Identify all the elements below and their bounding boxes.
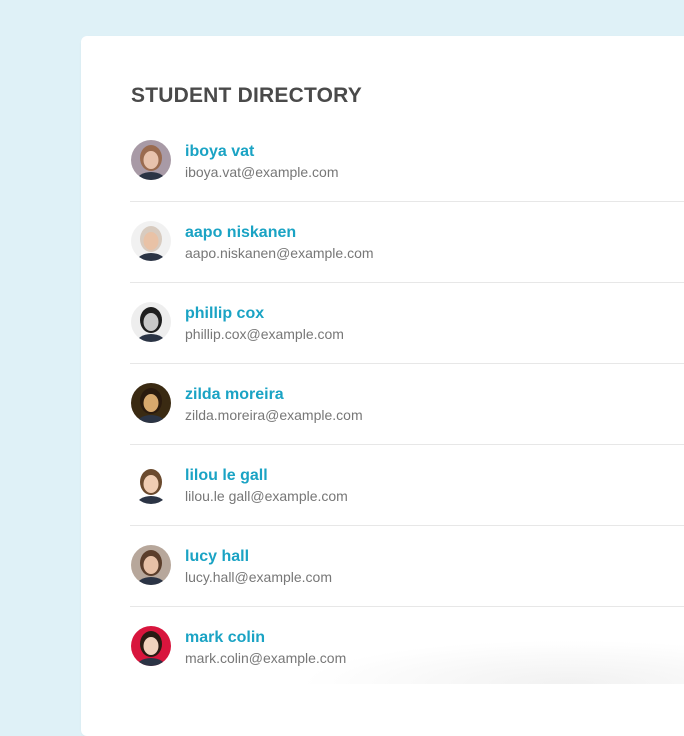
student-name-link[interactable]: aapo niskanen (185, 224, 296, 242)
avatar[interactable] (131, 302, 171, 342)
student-name-link[interactable]: zilda moreira (185, 386, 284, 404)
student-email: phillip.cox@example.com (185, 326, 344, 342)
avatar-photo-icon (131, 221, 171, 261)
avatar-photo-icon (131, 464, 171, 504)
student-email: aapo.niskanen@example.com (185, 245, 374, 261)
student-name-link[interactable]: phillip cox (185, 305, 264, 323)
avatar[interactable] (131, 383, 171, 423)
student-email: mark.colin@example.com (185, 650, 347, 666)
student-email: lilou.le gall@example.com (185, 488, 348, 504)
avatar[interactable] (131, 221, 171, 261)
student-email: zilda.moreira@example.com (185, 407, 363, 423)
avatar-photo-icon (131, 545, 171, 585)
student-name-link[interactable]: lucy hall (185, 548, 249, 566)
list-item[interactable]: phillip cox phillip.cox@example.com (130, 283, 684, 364)
student-name-link[interactable]: lilou le gall (185, 467, 268, 485)
avatar[interactable] (131, 464, 171, 504)
student-email: lucy.hall@example.com (185, 569, 333, 585)
avatar[interactable] (131, 545, 171, 585)
avatar[interactable] (131, 626, 171, 666)
list-item[interactable]: aapo niskanen aapo.niskanen@example.com (130, 202, 684, 283)
list-item[interactable]: zilda moreira zilda.moreira@example.com (130, 364, 684, 445)
avatar-photo-icon (131, 626, 171, 666)
student-name-link[interactable]: mark colin (185, 629, 265, 647)
avatar-photo-icon (131, 140, 171, 180)
student-email: iboya.vat@example.com (185, 164, 339, 180)
student-name-link[interactable]: iboya vat (185, 143, 254, 161)
student-list: iboya vat iboya.vat@example.com aapo niska… (130, 121, 684, 687)
list-item[interactable]: lilou le gall lilou.le gall@example.com (130, 445, 684, 526)
avatar-photo-icon (131, 383, 171, 423)
list-item[interactable]: lucy hall lucy.hall@example.com (130, 526, 684, 607)
list-item[interactable]: iboya vat iboya.vat@example.com (130, 121, 684, 202)
avatar-photo-icon (131, 302, 171, 342)
avatar[interactable] (131, 140, 171, 180)
page-title: STUDENT DIRECTORY (131, 84, 362, 107)
list-item[interactable]: mark colin mark.colin@example.com (130, 607, 684, 687)
